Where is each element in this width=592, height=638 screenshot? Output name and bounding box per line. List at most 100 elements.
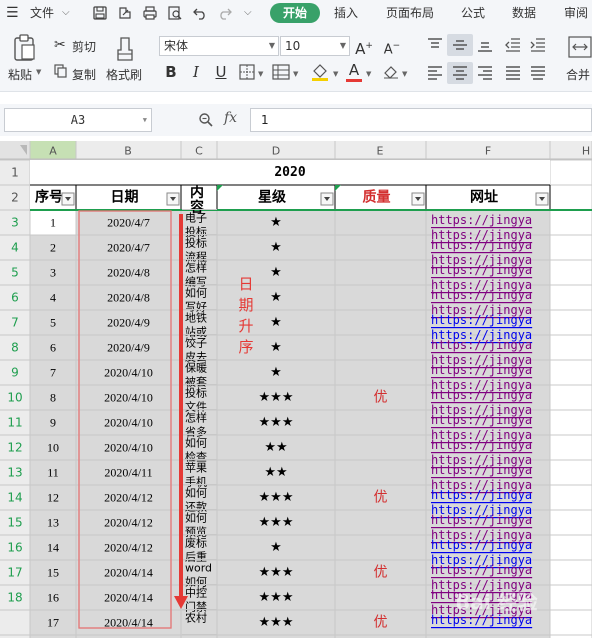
column-header-d[interactable]: D — [272, 145, 280, 158]
cell-content[interactable]: 农村 — [185, 611, 207, 625]
row-header-4[interactable]: 4 — [11, 241, 19, 255]
cell-url-link[interactable]: https://jingya — [431, 538, 532, 552]
cell-stars[interactable]: ★★★ — [259, 415, 294, 430]
cell-date[interactable]: 2020/4/10 — [104, 391, 153, 405]
align-left-icon[interactable] — [427, 66, 443, 80]
row-header-12[interactable]: 12 — [7, 441, 22, 455]
cell-content[interactable]: 如何 — [185, 511, 207, 525]
cell-no[interactable]: 5 — [50, 316, 56, 330]
tab-formulas[interactable]: 公式 — [461, 0, 485, 26]
cell-no[interactable]: 2 — [50, 241, 56, 255]
cell-stars[interactable]: ★★★ — [259, 515, 294, 530]
row-header-13[interactable]: 13 — [7, 466, 22, 480]
cell-stars[interactable]: ★ — [270, 240, 282, 255]
merge-cells-icon[interactable] — [568, 36, 592, 58]
cell-date[interactable]: 2020/4/12 — [104, 491, 153, 505]
cell-content[interactable]: 保暖 — [185, 361, 207, 375]
quick-access-dropdown-icon[interactable]: ⌵ — [244, 0, 252, 26]
cell-date[interactable]: 2020/4/10 — [104, 416, 153, 430]
font-name-select[interactable]: 宋体 ▼ — [159, 36, 279, 56]
tab-data[interactable]: 数据 — [512, 0, 536, 26]
cell-quality[interactable]: 优 — [374, 390, 388, 406]
cell-no[interactable]: 12 — [47, 491, 59, 505]
fill-color-icon[interactable] — [310, 62, 330, 82]
tab-insert[interactable]: 插入 — [334, 0, 358, 26]
cell-no[interactable]: 10 — [47, 441, 59, 455]
column-header-c[interactable]: C — [195, 145, 203, 158]
cell-no[interactable]: 8 — [50, 391, 56, 405]
export-icon[interactable] — [117, 5, 133, 21]
row-header-9[interactable]: 9 — [11, 366, 19, 380]
cell-content[interactable]: 地铁 — [185, 312, 207, 325]
formula-input[interactable]: 1 — [250, 108, 592, 132]
cell-stars[interactable]: ★★★ — [259, 490, 294, 505]
cell-content[interactable]: 如何 — [185, 286, 207, 300]
cell-stars[interactable]: ★ — [270, 290, 282, 305]
cell-stars[interactable]: ★★ — [264, 440, 287, 455]
clear-format-icon[interactable] — [382, 63, 400, 79]
align-top-icon[interactable] — [427, 38, 443, 52]
cell-no[interactable]: 6 — [50, 341, 56, 355]
cell-url-link[interactable]: https://jingya — [431, 313, 532, 327]
copy-button[interactable]: 复制 — [72, 66, 96, 83]
fill-pattern-icon[interactable] — [272, 64, 290, 80]
cell-url-link[interactable]: https://jingya — [431, 338, 532, 352]
cell-date[interactable]: 2020/4/14 — [104, 591, 153, 605]
cell-quality[interactable]: 优 — [374, 615, 388, 631]
cell-stars[interactable]: ★ — [270, 540, 282, 555]
grid-canvas[interactable]: A B C D E F H1234567891011121314151617182020序号… — [0, 141, 592, 638]
cell-no[interactable]: 11 — [47, 466, 59, 480]
cell-url-link[interactable]: https://jingya — [431, 263, 532, 277]
italic-icon[interactable]: I — [186, 62, 206, 82]
save-icon[interactable] — [92, 5, 108, 21]
bold-icon[interactable]: B — [161, 62, 181, 82]
justify-icon[interactable] — [505, 66, 521, 80]
cell-no[interactable]: 1 — [50, 216, 56, 230]
row-header-7[interactable]: 7 — [11, 316, 19, 330]
align-center-icon[interactable] — [452, 66, 468, 80]
cell-stars[interactable]: ★ — [270, 315, 282, 330]
paste-icon[interactable] — [12, 34, 38, 62]
cell-content[interactable]: 饺子 — [185, 336, 207, 350]
cell-quality[interactable]: 优 — [374, 565, 388, 581]
row-header-16[interactable]: 16 — [7, 541, 22, 555]
cut-icon[interactable]: ✂ — [54, 37, 66, 53]
clear-format-dropdown-icon[interactable]: ▼ — [402, 70, 407, 78]
align-right-icon[interactable] — [477, 66, 493, 80]
cell-quality[interactable]: 优 — [374, 490, 388, 506]
cell-no[interactable]: 17 — [47, 616, 59, 630]
row-header-6[interactable]: 6 — [11, 291, 19, 305]
cell-date[interactable]: 2020/4/10 — [104, 441, 153, 455]
paste-button[interactable]: 粘贴 — [8, 66, 32, 83]
column-header-f[interactable]: F — [485, 145, 491, 158]
fill-color-dropdown-icon[interactable]: ▼ — [333, 70, 338, 78]
cell-date[interactable]: 2020/4/10 — [104, 366, 153, 380]
cell-content[interactable]: 苹果 — [185, 461, 207, 475]
border-dropdown-icon[interactable]: ▼ — [258, 70, 263, 78]
redo-icon[interactable] — [217, 5, 233, 21]
cell-url-link[interactable]: https://jingya — [431, 363, 532, 377]
tab-home[interactable]: 开始 — [270, 3, 320, 23]
font-color-dropdown-icon[interactable]: ▼ — [366, 70, 371, 78]
cut-button[interactable]: 剪切 — [72, 38, 96, 55]
cell-stars[interactable]: ★★★ — [259, 615, 294, 630]
cell-url-link[interactable]: https://jingya — [431, 238, 532, 252]
cell-content[interactable]: word — [185, 562, 212, 575]
row-header-15[interactable]: 15 — [7, 516, 22, 530]
format-painter-button[interactable]: 格式刷 — [106, 66, 142, 83]
name-box[interactable]: A3 ▼ — [4, 108, 152, 132]
align-middle-icon[interactable] — [452, 38, 468, 52]
file-menu[interactable]: 文件 — [30, 0, 54, 26]
cell-stars[interactable]: ★ — [270, 215, 282, 230]
merge-button[interactable]: 合并 — [566, 66, 590, 83]
fx-icon[interactable]: fx — [224, 110, 237, 126]
cell-no[interactable]: 7 — [50, 366, 56, 380]
cell-no[interactable]: 3 — [50, 266, 56, 280]
format-painter-icon[interactable] — [114, 36, 136, 62]
font-size-select[interactable]: 10 ▼ — [280, 36, 350, 56]
cell-date[interactable]: 2020/4/9 — [107, 316, 150, 330]
cell-stars[interactable]: ★★★ — [259, 590, 294, 605]
row-header-10[interactable]: 10 — [7, 391, 22, 405]
cell-content[interactable]: 如何 — [185, 486, 207, 500]
border-icon[interactable] — [239, 64, 255, 80]
